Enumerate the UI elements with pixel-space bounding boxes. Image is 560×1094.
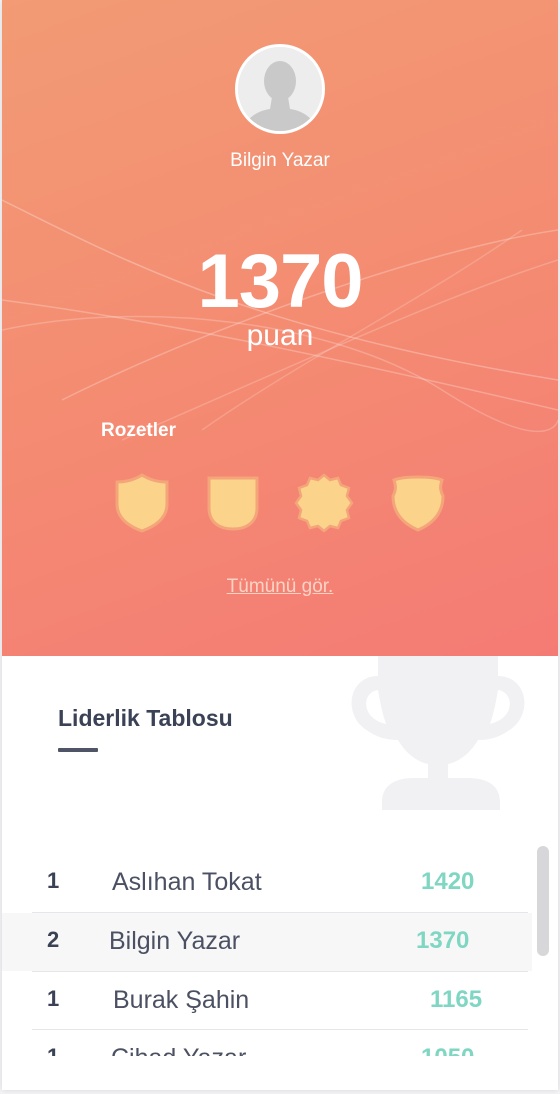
badges-title: Rozetler (101, 420, 176, 441)
shield-badge-icon[interactable] (112, 472, 172, 534)
leaderboard-list[interactable]: 1 Aslıhan Tokat 1420 2 Bilgin Yazar 1370… (2, 852, 532, 1056)
row-name: Cihad Yazar (111, 1044, 246, 1056)
row-name: Burak Şahin (113, 986, 250, 1014)
leaderboard-title: Liderlik Tablosu (58, 705, 233, 731)
row-name: Bilgin Yazar (109, 927, 241, 955)
title-underline (58, 748, 98, 752)
row-rank: 1 (47, 1044, 59, 1056)
see-all-badges-link[interactable]: Tümünü gör. (2, 576, 558, 598)
user-name: Bilgin Yazar (230, 150, 330, 171)
row-rank: 2 (47, 927, 60, 952)
profile-hero: Bilgin Yazar 1370 puan Rozetler Tümünü g… (2, 0, 558, 656)
row-rank: 1 (47, 868, 60, 893)
crest-badge-icon[interactable] (203, 472, 263, 534)
profile-card: Bilgin Yazar 1370 puan Rozetler Tümünü g… (2, 0, 558, 1090)
points-value: 1370 (197, 239, 363, 324)
row-name: Aslıhan Tokat (112, 868, 262, 896)
row-score: 1050 (421, 1044, 474, 1056)
emblem-badge-icon[interactable] (388, 472, 448, 534)
trophy-icon (351, 656, 525, 810)
row-score: 1420 (421, 868, 475, 895)
row-rank: 1 (47, 986, 60, 1011)
points-unit: puan (246, 319, 314, 352)
leaderboard-row[interactable]: 1 Burak Şahin 1165 (2, 972, 532, 1030)
leaderboard-scrollbar[interactable] (537, 846, 549, 956)
avatar[interactable] (235, 44, 325, 134)
seal-badge-icon[interactable] (294, 472, 354, 534)
row-score: 1370 (416, 927, 470, 954)
row-score: 1165 (430, 986, 483, 1013)
leaderboard-row-current-user[interactable]: 2 Bilgin Yazar 1370 (2, 913, 532, 971)
user-silhouette-icon (238, 47, 322, 131)
leaderboard-row[interactable]: 1 Cihad Yazar 1050 (2, 1030, 532, 1056)
leaderboard-row[interactable]: 1 Aslıhan Tokat 1420 (2, 854, 532, 912)
